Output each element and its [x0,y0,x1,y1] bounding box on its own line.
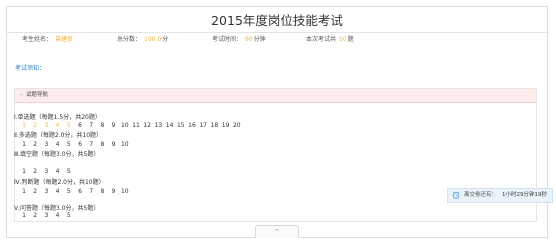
question-number-button[interactable]: 5 [64,188,74,195]
question-number-button[interactable]: 1 [19,122,29,129]
question-count-label: 本次考试共 [306,36,337,43]
question-number-button[interactable]: 9 [109,141,119,148]
question-number-button[interactable]: 2 [30,141,40,148]
question-number-button[interactable]: 3 [41,212,51,219]
question-number-button[interactable]: 2 [30,188,40,195]
question-number-button[interactable]: 6 [75,122,85,129]
candidate-name-value: 曾建良 [55,36,74,43]
question-number-row: 1 2 3 4 5 6 7 8 9 10 11 12 13 14 15 16 17 18 19 20 [19,122,253,130]
question-number-button[interactable]: 2 [30,168,40,175]
question-number-button[interactable]: 2 [30,212,40,219]
question-number-button[interactable]: 13 [153,122,163,129]
section-title: Ⅳ.判断题（每题2.0分，共10题） [14,179,105,186]
question-number-row: 12345 [19,168,85,176]
question-navigator-header[interactable]: › 试题导航 [15,89,536,103]
collapse-toggle-button[interactable]: ⌃ [255,225,299,238]
question-number-button[interactable]: 7 [86,188,96,195]
question-number-row: 1 2 3 4 5 6 7 8 9 10 [19,141,141,149]
question-number-button[interactable]: 3 [41,141,51,148]
question-number-button[interactable]: 1 [19,141,29,148]
question-number-button[interactable]: 5 [64,168,74,175]
question-number-button[interactable]: 3 [41,168,51,175]
question-navigator-title: 试题导航 [26,92,49,98]
question-number-button[interactable]: 9 [109,122,119,129]
countdown-value: 1小时29分钟19秒 [502,192,547,198]
question-number-button[interactable]: 10 [120,141,130,148]
question-number-button[interactable]: 4 [53,141,63,148]
section-title: Ⅰ.单选题（每题1.5分，共20题） [14,114,101,121]
total-score-label: 总分数： [117,36,142,43]
question-number-button[interactable]: 5 [64,122,74,129]
countdown-label: 离交卷还有： [464,192,498,198]
question-number-button[interactable]: 12 [142,122,152,129]
section-title: Ⅲ.填空题（每题3.0分，共5题） [14,151,100,158]
question-number-button[interactable]: 7 [86,122,96,129]
question-number-button[interactable]: 14 [165,122,175,129]
question-count-unit: 题 [347,36,354,43]
question-number-button[interactable]: 4 [53,122,63,129]
question-number-button[interactable]: 7 [86,141,96,148]
question-number-button[interactable]: 20 [232,122,242,129]
question-number-button[interactable]: 1 [19,188,29,195]
section-title: Ⅴ.问答题（每题3.0分，共5题） [14,205,100,212]
exam-duration: 考试时间： 90分钟 [212,34,266,43]
question-number-button[interactable]: 5 [64,141,74,148]
question-number-button[interactable]: 5 [64,212,74,219]
total-score-value: 100.0 [144,36,162,43]
question-number-button[interactable]: 3 [41,122,51,129]
question-number-button[interactable]: 19 [221,122,231,129]
question-number-row: 12345 [19,212,85,220]
question-number-button[interactable]: 15 [176,122,186,129]
countdown-timer: 离交卷还有： 1小时29分钟19秒 [447,188,553,203]
question-number-button[interactable]: 8 [97,188,107,195]
question-number-button[interactable]: 8 [97,122,107,129]
question-number-button[interactable]: 1 [19,168,29,175]
question-number-row: 1 2 3 4 5 6 7 8 9 10 [19,188,141,196]
question-number-button[interactable]: 16 [187,122,197,129]
question-number-button[interactable]: 18 [209,122,219,129]
question-number-button[interactable]: 8 [97,141,107,148]
question-count: 本次考试共 50题 [306,34,354,43]
question-number-button[interactable]: 9 [109,188,119,195]
question-number-button[interactable]: 1 [19,212,29,219]
exam-duration-label: 考试时间： [212,36,243,43]
question-number-button[interactable]: 3 [41,188,51,195]
section-title: Ⅱ.多选题（每题2.0分，共10题） [14,132,103,139]
alarm-clock-icon [452,191,460,199]
question-number-button[interactable]: 6 [75,141,85,148]
question-number-button[interactable]: 11 [131,122,141,129]
page-title: 2015年度岗位技能考试 [211,13,343,28]
question-number-button[interactable]: 10 [120,188,130,195]
question-number-button[interactable]: 4 [53,168,63,175]
exam-duration-unit: 分钟 [253,36,266,43]
question-number-button[interactable]: 4 [53,188,63,195]
question-number-button[interactable]: 2 [30,122,40,129]
exam-duration-value: 90 [245,36,253,43]
candidate-name: 考生姓名： 曾建良 [22,34,73,43]
question-number-button[interactable]: 10 [120,122,130,129]
chevron-up-icon: ⌃ [274,228,280,236]
question-number-button[interactable]: 6 [75,188,85,195]
title-divider [7,32,547,33]
question-count-value: 50 [339,36,347,43]
question-number-button[interactable]: 4 [53,212,63,219]
candidate-name-label: 考生姓名： [22,36,53,43]
total-score-unit: 分 [162,36,169,43]
exam-notice-link[interactable]: 考试须知： [15,63,45,72]
total-score: 总分数： 100.0分 [117,34,168,43]
question-number-button[interactable]: 17 [198,122,208,129]
